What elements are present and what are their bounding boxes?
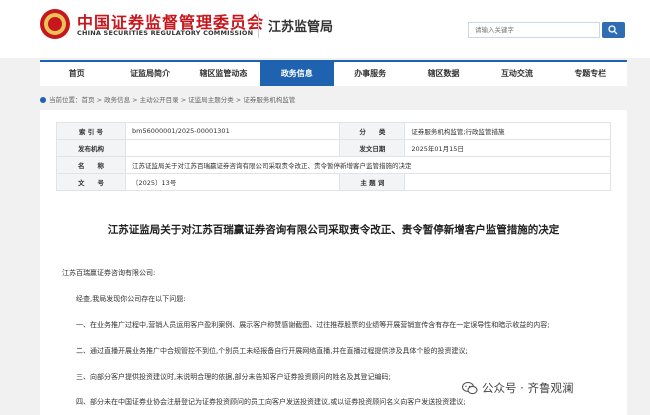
breadcrumb-text[interactable]: 当前位置：首页 > 政务信息 > 主动公开目录 > 证监局主题分类 > 证券服务… bbox=[49, 96, 295, 104]
category-value: 证券服务机构监管;行政监管措施 bbox=[404, 122, 611, 140]
csrc-emblem-icon bbox=[40, 9, 70, 39]
nav-item-home[interactable]: 首页 bbox=[40, 62, 113, 86]
bureau-name[interactable]: 江苏监管局 bbox=[268, 16, 333, 35]
issuer-value bbox=[124, 139, 341, 157]
docno-value: 〔2025〕13号 bbox=[124, 173, 341, 191]
category-label: 分 类 bbox=[339, 122, 406, 140]
keyword-label: 主 题 词 bbox=[339, 173, 406, 191]
search-icon bbox=[608, 25, 618, 35]
point-4: 四、部分未在中国证券业协会注册登记为证券投资顾问的员工向客户发送投资建议,或以证… bbox=[76, 398, 466, 406]
content-panel: 索 引 号 bm56000001/2025-00001301 分 类 证券服务机… bbox=[40, 110, 627, 415]
addressee: 江苏百瑞赢证券咨询有限公司: bbox=[62, 269, 156, 277]
nav-item-special-topics[interactable]: 专题专栏 bbox=[554, 62, 627, 86]
watermark: 公众号 · 齐鲁观澜 bbox=[462, 380, 573, 396]
point-2: 二、通过直播开展业务推广中合规管控不到位,个别员工未经报备自行开展网络直播,并在… bbox=[76, 347, 468, 355]
point-1: 一、在业务推广过程中,营销人员运用客户盈利案例、展示客户称赞感谢截图、过往推荐股… bbox=[76, 321, 550, 329]
index-label: 索 引 号 bbox=[56, 122, 126, 140]
intro-paragraph: 经查,我局发现你公司存在以下问题: bbox=[76, 295, 186, 303]
date-label: 发文日期 bbox=[339, 139, 406, 157]
name-value: 江苏证监局关于对江苏百瑞赢证券咨询有限公司采取责令改正、责令暂停新增客户监管措施… bbox=[125, 156, 611, 174]
nav-item-interaction[interactable]: 互动交流 bbox=[480, 62, 553, 86]
location-icon bbox=[40, 97, 46, 103]
nav-item-regulatory-news[interactable]: 辖区监管动态 bbox=[187, 62, 260, 86]
search-button[interactable] bbox=[602, 22, 625, 38]
nav-item-bureau-intro[interactable]: 证监局简介 bbox=[113, 62, 186, 86]
nav-item-services[interactable]: 办事服务 bbox=[334, 62, 407, 86]
nav-item-government-info[interactable]: 政务信息 bbox=[260, 62, 334, 86]
document-title: 江苏证监局关于对江苏百瑞赢证券咨询有限公司采取责令改正、责令暂停新增客户监管措施… bbox=[107, 224, 560, 236]
org-name-en: CHINA SECURITIES REGULATORY COMMISSION bbox=[77, 29, 254, 37]
keyword-value bbox=[404, 173, 611, 191]
main-nav: 首页 证监局简介 辖区监管动态 政务信息 办事服务 辖区数据 互动交流 专题专栏 bbox=[40, 60, 627, 86]
date-value: 2025年01月15日 bbox=[404, 139, 611, 157]
watermark-text: 公众号 · 齐鲁观澜 bbox=[482, 381, 574, 395]
name-label: 名 称 bbox=[56, 156, 126, 174]
wechat-icon bbox=[462, 382, 478, 395]
index-value: bm56000001/2025-00001301 bbox=[124, 122, 341, 140]
docno-label: 文 号 bbox=[56, 173, 126, 191]
nav-item-regional-data[interactable]: 辖区数据 bbox=[407, 62, 480, 86]
point-3: 三、向部分客户提供投资建议时,未说明合理的依据,部分未告知客户证券投资顾问的姓名… bbox=[76, 373, 391, 381]
issuer-label: 发布机构 bbox=[56, 139, 126, 157]
search-input[interactable] bbox=[468, 22, 600, 38]
site-header: 中国证券监督管理委员会 CHINA SECURITIES REGULATORY … bbox=[0, 0, 650, 58]
breadcrumb: 当前位置：首页 > 政务信息 > 主动公开目录 > 证监局主题分类 > 证券服务… bbox=[40, 94, 627, 108]
document-meta-table: 索 引 号 bm56000001/2025-00001301 分 类 证券服务机… bbox=[56, 122, 611, 191]
logo-divider bbox=[258, 12, 259, 38]
